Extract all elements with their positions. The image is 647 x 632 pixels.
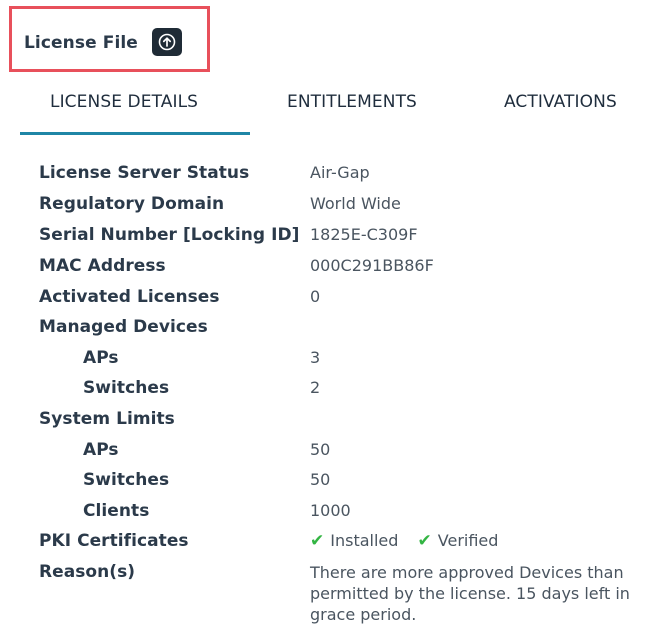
tab-activations[interactable]: ACTIVATIONS — [504, 92, 617, 112]
detail-label: Reason(s) — [39, 562, 136, 582]
detail-value: 0 — [310, 287, 321, 306]
upload-icon — [158, 33, 176, 51]
detail-label: Managed Devices — [39, 317, 208, 337]
check-icon: ✔ — [417, 531, 432, 551]
detail-label: MAC Address — [39, 256, 166, 276]
detail-label: Serial Number [Locking ID] — [39, 225, 300, 245]
detail-value: World Wide — [310, 194, 401, 213]
detail-label: Regulatory Domain — [39, 194, 225, 214]
detail-label: Switches — [83, 470, 170, 490]
tab-bar: LICENSE DETAILS ENTITLEMENTS ACTIVATIONS — [0, 82, 647, 142]
license-file-title: License File — [24, 33, 138, 53]
pki-status: ✔ Installed ✔ Verified — [310, 531, 498, 551]
detail-label: PKI Certificates — [39, 531, 189, 551]
detail-label: Switches — [83, 378, 170, 398]
active-tab-indicator — [20, 132, 250, 135]
detail-label: APs — [83, 348, 119, 368]
detail-value: 50 — [310, 470, 331, 489]
verified-label: Verified — [437, 531, 499, 550]
detail-value: 2 — [310, 378, 321, 397]
detail-label: System Limits — [39, 409, 175, 429]
detail-label: License Server Status — [39, 163, 250, 183]
reason-text: There are more approved Devices than per… — [310, 563, 630, 624]
detail-value: 3 — [310, 348, 321, 367]
detail-label: Clients — [83, 501, 150, 521]
detail-value: Air-Gap — [310, 163, 370, 182]
detail-value: 000C291BB86F — [310, 256, 434, 275]
detail-value: 1000 — [310, 501, 351, 520]
tab-entitlements[interactable]: ENTITLEMENTS — [287, 92, 417, 112]
detail-value: 50 — [310, 440, 331, 459]
detail-label: APs — [83, 440, 119, 460]
upload-license-button[interactable] — [152, 28, 182, 56]
installed-label: Installed — [330, 531, 399, 550]
check-icon: ✔ — [310, 531, 325, 551]
tab-license-details[interactable]: LICENSE DETAILS — [50, 92, 198, 112]
detail-value: 1825E-C309F — [310, 225, 418, 244]
detail-label: Activated Licenses — [39, 287, 220, 307]
